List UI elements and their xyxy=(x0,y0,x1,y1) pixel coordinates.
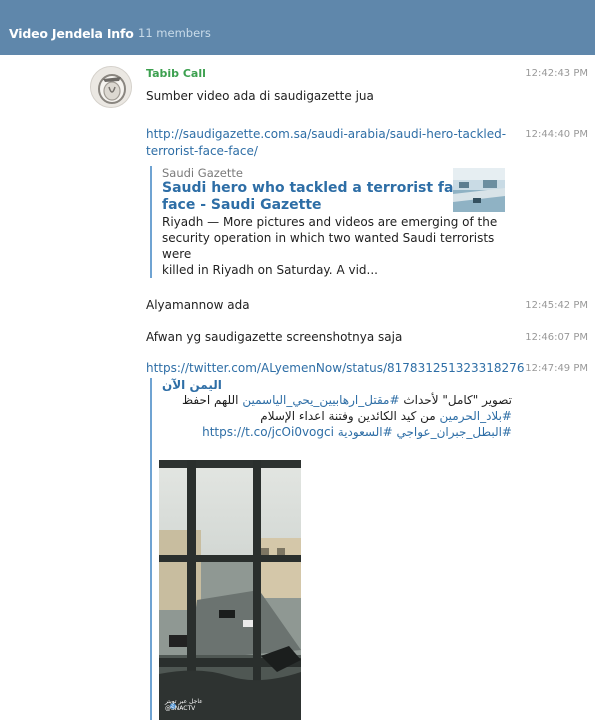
message-timestamp: 12:44:40 PM xyxy=(525,129,588,140)
preview-description-line-3: killed in Riyadh on Saturday. A vid... xyxy=(162,263,378,277)
message-timestamp: 12:42:43 PM xyxy=(525,68,588,79)
tweet-text-plain: من كيد الكائدين وفتنة اعداء الإسلام xyxy=(260,409,440,423)
message-text: Afwan yg saudigazette screenshotnya saja xyxy=(146,330,403,344)
tweet-video-thumbnail[interactable]: عاجل عبر تويتر @SNACTV xyxy=(159,460,301,720)
tweet-text: تصوير "كامل" لأحداث #مقتل_ارهابيين_يحي_ا… xyxy=(162,392,512,440)
tweet-short-link[interactable]: https://t.co/jcOi0vogci xyxy=(202,425,334,439)
preview-description: Riyadh — More pictures and videos are em… xyxy=(162,214,510,278)
preview-title-line-1: Saudi hero who tackled a terrorist face … xyxy=(162,180,493,196)
tweet-hashtag[interactable]: #السعودية xyxy=(338,425,393,439)
members-count[interactable]: 11 members xyxy=(138,26,211,40)
avatar-image-icon xyxy=(91,67,131,107)
chat-title[interactable]: Video Jendela Info xyxy=(9,26,134,41)
preview-description-line-2: security operation in which two wanted S… xyxy=(162,231,495,261)
message-link-continued[interactable]: terrorist-face-face/ xyxy=(146,144,258,158)
tweet-author-name: اليمن الآن xyxy=(162,378,222,392)
preview-description-line-1: Riyadh — More pictures and videos are em… xyxy=(162,215,498,229)
message-link[interactable]: https://twitter.com/ALyemenNow/status/81… xyxy=(146,361,524,375)
tweet-text-plain: اللهم احفظ xyxy=(182,393,243,407)
chat-header: Video Jendela Info 11 members xyxy=(0,0,595,55)
message-timestamp: 12:47:49 PM xyxy=(525,363,588,374)
preview-title-line-2: face - Saudi Gazette xyxy=(162,197,322,213)
message-timestamp: 12:46:07 PM xyxy=(525,332,588,343)
message-link[interactable]: http://saudigazette.com.sa/saudi-arabia/… xyxy=(146,127,506,141)
message-text: Alyamannow ada xyxy=(146,298,250,312)
sender-name[interactable]: Tabib Call xyxy=(146,67,206,80)
avatar[interactable] xyxy=(90,66,132,108)
video-watermark: عاجل عبر تويتر @SNACTV xyxy=(165,698,203,712)
message-text: Sumber video ada di saudigazette jua xyxy=(146,89,374,103)
message-timestamp: 12:45:42 PM xyxy=(525,300,588,311)
thumbnail-photo-icon xyxy=(453,168,505,212)
preview-thumbnail-image[interactable] xyxy=(453,168,505,212)
tweet-text-plain: تصوير "كامل" لأحداث xyxy=(399,393,512,407)
tweet-hashtag[interactable]: #البطل_جبران_عواجي xyxy=(396,425,512,439)
tweet-hashtag[interactable]: #مقتل_ارهابيين_يحي_الياسمين xyxy=(242,393,399,407)
tweet-hashtag[interactable]: #بلاد_الحرمين xyxy=(440,409,512,423)
message-list[interactable]: Tabib Call 12:42:43 PM Sumber video ada … xyxy=(0,55,595,720)
video-frame-icon xyxy=(159,460,301,720)
